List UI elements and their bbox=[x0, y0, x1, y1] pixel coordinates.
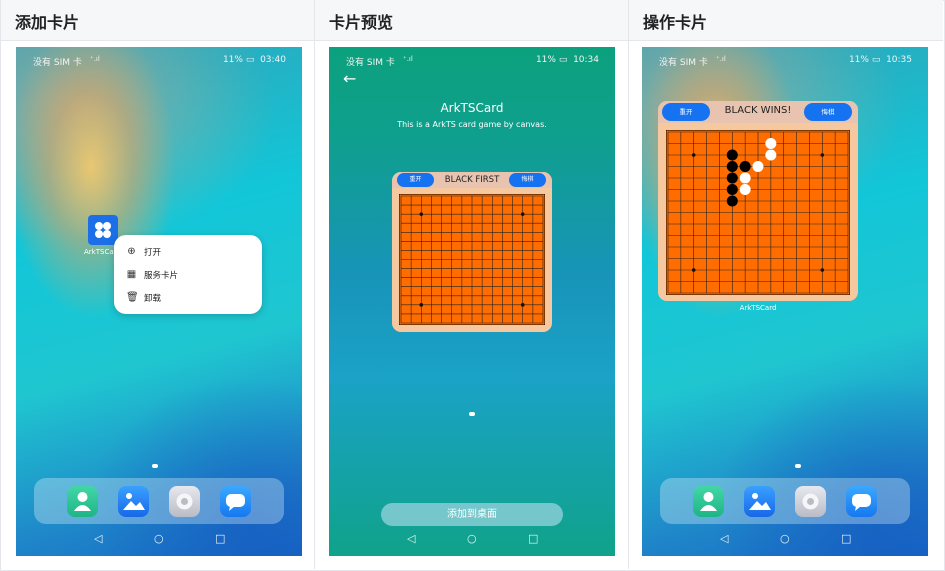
restart-button[interactable]: 重开 bbox=[397, 173, 434, 187]
back-icon[interactable]: ◁ bbox=[94, 532, 102, 545]
restart-button[interactable]: 重开 bbox=[662, 103, 710, 121]
star-point bbox=[520, 303, 525, 307]
status-bar: 没有 SIM 卡 ⁺.ıl 11% ▭ 03:40 bbox=[33, 55, 286, 68]
messages-icon[interactable] bbox=[220, 486, 251, 517]
status-bar: 没有 SIM 卡 ⁺.ıl 11% ▭ 10:35 bbox=[659, 55, 912, 68]
game-card: 重开 BLACK WINS! 悔棋 bbox=[658, 101, 858, 301]
star-point bbox=[691, 268, 696, 272]
home-icon[interactable]: ○ bbox=[780, 532, 790, 545]
undo-button[interactable]: 悔棋 bbox=[509, 173, 546, 187]
back-icon[interactable]: ◁ bbox=[720, 532, 728, 545]
arktscard-app-icon[interactable] bbox=[88, 215, 118, 245]
status-bar: 没有 SIM 卡 ⁺.ıl 11% ▭ 10:34 bbox=[346, 55, 599, 68]
star-point bbox=[419, 212, 424, 216]
black-stone bbox=[726, 149, 738, 161]
recent-apps-icon[interactable]: □ bbox=[215, 532, 225, 545]
nav-bar: ◁ ○ □ bbox=[16, 532, 302, 546]
star-point bbox=[820, 268, 825, 272]
app-context-menu: ⊕ 打开 ▦ 服务卡片 🗑 卸载 bbox=[114, 235, 262, 314]
recent-apps-icon[interactable]: □ bbox=[841, 532, 851, 545]
gallery-icon[interactable] bbox=[744, 486, 775, 517]
white-stone bbox=[739, 183, 751, 196]
game-card-preview: 重开 BLACK FIRST 悔棋 bbox=[392, 172, 552, 332]
game-status: BLACK FIRST bbox=[444, 175, 500, 185]
star-point bbox=[520, 212, 525, 216]
page-indicator bbox=[152, 464, 158, 468]
black-stone bbox=[726, 183, 738, 196]
star-point bbox=[820, 153, 825, 157]
phone-screen-operate-card: 没有 SIM 卡 ⁺.ıl 11% ▭ 10:35 重开 BLACK WINS! … bbox=[642, 47, 928, 556]
back-icon[interactable]: ◁ bbox=[407, 532, 415, 545]
page-indicator bbox=[469, 412, 475, 416]
back-arrow-icon[interactable]: ← bbox=[343, 69, 356, 88]
black-stone bbox=[726, 172, 738, 184]
go-board[interactable] bbox=[666, 130, 850, 295]
black-stone bbox=[726, 195, 738, 207]
settings-icon[interactable] bbox=[169, 486, 200, 517]
undo-button[interactable]: 悔棋 bbox=[804, 103, 852, 121]
preview-subtitle: This is a ArkTS card game by canvas. bbox=[397, 120, 547, 129]
trash-icon: 🗑 bbox=[126, 292, 139, 303]
settings-icon[interactable] bbox=[795, 486, 826, 517]
recent-apps-icon[interactable]: □ bbox=[528, 532, 538, 545]
column-header-1: 添加卡片 bbox=[1, 0, 314, 41]
white-stone bbox=[739, 172, 751, 184]
white-stone bbox=[752, 160, 764, 173]
white-stone bbox=[765, 137, 777, 150]
dock bbox=[660, 478, 910, 524]
column-header-3: 操作卡片 bbox=[629, 0, 943, 41]
page-indicator bbox=[795, 464, 801, 468]
dock bbox=[34, 478, 284, 524]
grid-icon: ▦ bbox=[126, 269, 137, 280]
white-stone bbox=[765, 149, 777, 161]
nav-bar: ◁ ○ □ bbox=[329, 532, 615, 546]
contacts-icon[interactable] bbox=[693, 486, 724, 517]
go-board[interactable] bbox=[399, 194, 545, 325]
game-status: BLACK WINS! bbox=[724, 105, 792, 116]
card-label: ArkTSCard bbox=[739, 304, 777, 312]
phone-screen-add-card: 没有 SIM 卡 ⁺.ıl 11% ▭ 03:40 ArkTSCard ⊕ 打开 ▦… bbox=[16, 47, 302, 556]
plus-circle-icon: ⊕ bbox=[127, 246, 136, 257]
black-stone bbox=[739, 160, 751, 173]
phone-screen-card-preview: 没有 SIM 卡 ⁺.ıl 11% ▭ 10:34 ← ArkTSCard Thi… bbox=[329, 47, 615, 556]
star-point bbox=[691, 153, 696, 157]
contacts-icon[interactable] bbox=[67, 486, 98, 517]
home-icon[interactable]: ○ bbox=[154, 532, 164, 545]
preview-title: ArkTSCard bbox=[440, 101, 504, 115]
star-point bbox=[419, 303, 424, 307]
gallery-icon[interactable] bbox=[118, 486, 149, 517]
column-header-2: 卡片预览 bbox=[315, 0, 628, 41]
add-to-desktop-button[interactable]: 添加到桌面 bbox=[381, 503, 563, 526]
messages-icon[interactable] bbox=[846, 486, 877, 517]
home-icon[interactable]: ○ bbox=[467, 532, 477, 545]
nav-bar: ◁ ○ □ bbox=[642, 532, 928, 546]
black-stone bbox=[726, 160, 738, 173]
